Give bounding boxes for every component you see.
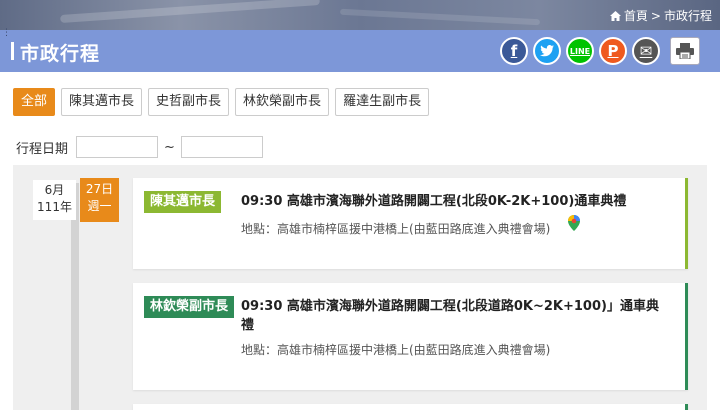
printer-icon xyxy=(676,43,694,59)
print-button[interactable] xyxy=(670,37,700,65)
date-weekday: 週一 xyxy=(87,199,112,213)
filter-deputy-shih-button[interactable]: 史哲副市長 xyxy=(148,88,230,116)
event-location: 地點：高雄市楠梓區援中港橋上(由藍田路底進入典禮會場) xyxy=(241,343,551,357)
end-date-input[interactable] xyxy=(180,136,263,158)
grip-dots: ⋮ xyxy=(2,28,11,38)
home-icon xyxy=(609,10,621,21)
official-filter-bar: 全部 陳其邁市長 史哲副市長 林欽榮副市長 羅達生副市長 xyxy=(13,88,430,116)
plurk-icon: P xyxy=(607,42,619,60)
event-card[interactable]: 陳其邁市長 09:30 高雄市濱海聯外道路開闢工程(北段0K-2K+100)通車… xyxy=(133,178,688,269)
date-day-box: 27日 週一 xyxy=(80,178,119,222)
filter-mayor-button[interactable]: 陳其邁市長 xyxy=(61,88,143,116)
facebook-icon: f xyxy=(510,42,518,60)
twitter-icon xyxy=(540,45,554,57)
event-location: 地點：高雄市楠梓區援中港橋上(由藍田路底進入典禮會場) xyxy=(241,222,551,236)
date-range-separator: ~ xyxy=(164,139,175,155)
date-filter-label: 行程日期 xyxy=(16,141,69,157)
google-maps-icon[interactable] xyxy=(565,214,583,232)
event-title[interactable]: 09:30 高雄市濱海聯外道路開闢工程(北段道路0K~2K+100)」通車典禮 xyxy=(241,297,661,335)
plurk-share-button[interactable]: P xyxy=(599,37,627,65)
breadcrumb-separator: > xyxy=(650,8,661,23)
line-share-button[interactable]: LINE xyxy=(566,37,594,65)
start-date-input[interactable] xyxy=(76,136,159,158)
date-year: 111年 xyxy=(37,200,72,214)
banner-decoration xyxy=(60,0,320,24)
mail-icon: ✉ xyxy=(639,42,653,60)
banner-decoration xyxy=(339,8,541,26)
breadcrumb-current: 市政行程 xyxy=(663,9,712,23)
filter-deputy-lo-button[interactable]: 羅達生副市長 xyxy=(335,88,430,116)
breadcrumb-home-link[interactable]: 首頁 xyxy=(624,7,648,24)
twitter-share-button[interactable] xyxy=(533,37,561,65)
date-month-box: 6月 111年 xyxy=(33,180,76,220)
date-month: 6月 xyxy=(44,183,65,197)
top-banner: 首頁 > 市政行程 xyxy=(0,0,720,30)
date-range-filter: 行程日期 ~ xyxy=(16,136,263,158)
breadcrumb: 首頁 > 市政行程 xyxy=(609,7,712,24)
title-marker xyxy=(11,42,14,60)
line-icon: LINE xyxy=(569,46,591,56)
event-card[interactable] xyxy=(133,404,688,410)
filter-deputy-lin-button[interactable]: 林欽榮副市長 xyxy=(235,88,330,116)
email-share-button[interactable]: ✉ xyxy=(632,37,660,65)
event-card[interactable]: 林欽榮副市長 09:30 高雄市濱海聯外道路開闢工程(北段道路0K~2K+100… xyxy=(133,283,688,390)
official-tag: 陳其邁市長 xyxy=(144,191,222,213)
page-title: 市政行程 xyxy=(20,43,101,65)
date-day: 27日 xyxy=(85,182,114,196)
official-tag: 林欽榮副市長 xyxy=(144,296,235,318)
facebook-share-button[interactable]: f xyxy=(500,37,528,65)
filter-all-button[interactable]: 全部 xyxy=(13,88,56,116)
event-title[interactable]: 09:30 高雄市濱海聯外道路開闢工程(北段0K-2K+100)通車典禮 xyxy=(241,192,661,211)
